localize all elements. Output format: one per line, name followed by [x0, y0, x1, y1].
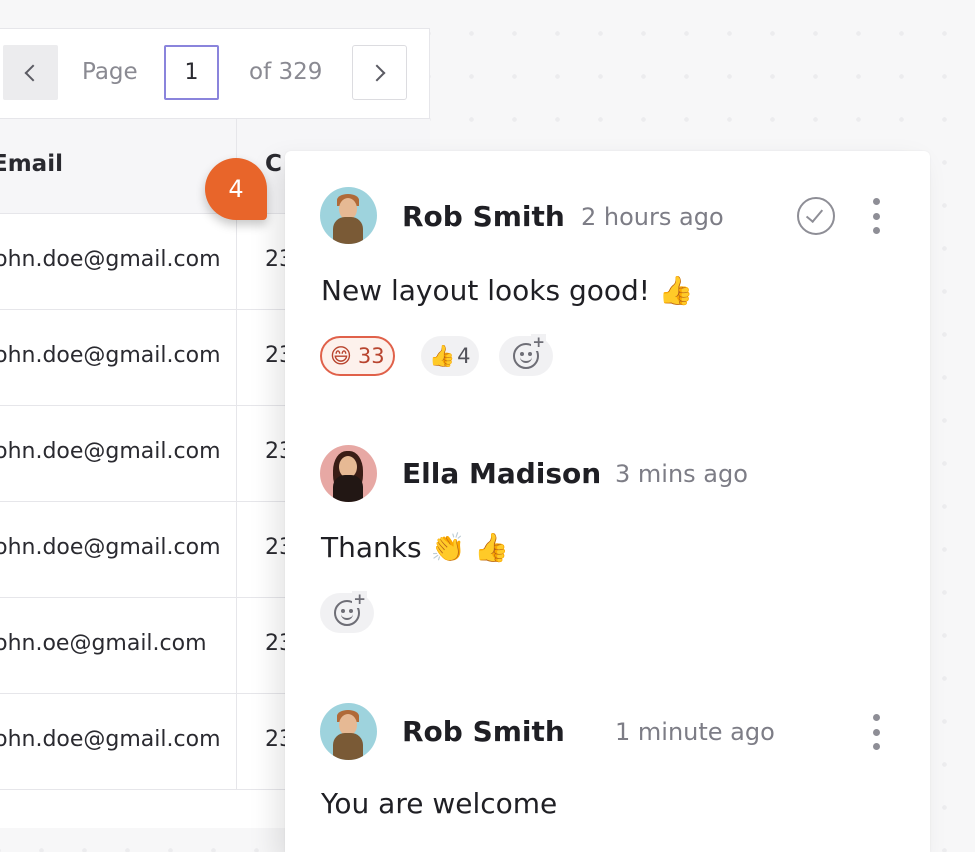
thumbs-up-emoji-icon: 👍 — [429, 343, 456, 368]
more-vertical-icon[interactable] — [866, 196, 886, 236]
cell-email: john.doe@gmail.com — [0, 343, 221, 368]
comment-text: You are welcome — [321, 787, 558, 820]
reaction-chip-smile[interactable]: 😄 33 — [320, 336, 395, 376]
comment-text: New layout looks good! 👍 — [321, 274, 694, 307]
reaction-chip-thumbs-up[interactable]: 👍 4 — [421, 336, 479, 376]
add-reaction-button[interactable]: + — [320, 591, 374, 633]
chevron-left-icon — [24, 64, 42, 81]
cell-email: john.doe@gmail.com — [0, 247, 221, 272]
comment-thread-panel: Rob Smith 2 hours ago New layout looks g… — [285, 151, 930, 852]
column-header-second[interactable]: C — [265, 151, 282, 177]
prev-page-button[interactable] — [3, 45, 58, 100]
comment-timestamp: 1 minute ago — [615, 718, 775, 746]
cell-email: john.doe@gmail.com — [0, 535, 221, 560]
reaction-count: 4 — [457, 344, 471, 368]
avatar — [320, 445, 377, 502]
comment-text: Thanks 👏 👍 — [321, 531, 510, 564]
comment-timestamp: 2 hours ago — [581, 203, 724, 231]
chevron-right-icon — [368, 64, 386, 81]
resolve-check-icon[interactable] — [797, 197, 835, 235]
comment-pin-badge[interactable]: 4 — [205, 158, 267, 220]
next-page-button[interactable] — [352, 45, 407, 100]
add-emoji-icon: + — [513, 334, 546, 369]
comment-timestamp: 3 mins ago — [615, 460, 748, 488]
pagination-bar: Page 1 of 329 — [0, 29, 430, 118]
add-emoji-icon: + — [334, 591, 367, 626]
column-header-email[interactable]: Email — [0, 151, 63, 177]
add-reaction-button[interactable]: + — [499, 334, 553, 376]
comment-author: Rob Smith — [402, 200, 565, 233]
page-label: Page — [82, 59, 138, 85]
smile-emoji-icon: 😄 — [330, 344, 352, 368]
more-vertical-icon[interactable] — [866, 712, 886, 752]
cell-email: john.doe@gmail.com — [0, 439, 221, 464]
cell-email: john.oe@gmail.com — [0, 631, 207, 656]
comment-author: Rob Smith — [402, 715, 565, 748]
comment-author: Ella Madison — [402, 457, 602, 490]
page-number-input[interactable]: 1 — [164, 45, 219, 100]
cell-email: john.doe@gmail.com — [0, 727, 221, 752]
reaction-count: 33 — [357, 344, 385, 368]
page-total-label: of 329 — [249, 59, 323, 85]
avatar — [320, 703, 377, 760]
avatar — [320, 187, 377, 244]
